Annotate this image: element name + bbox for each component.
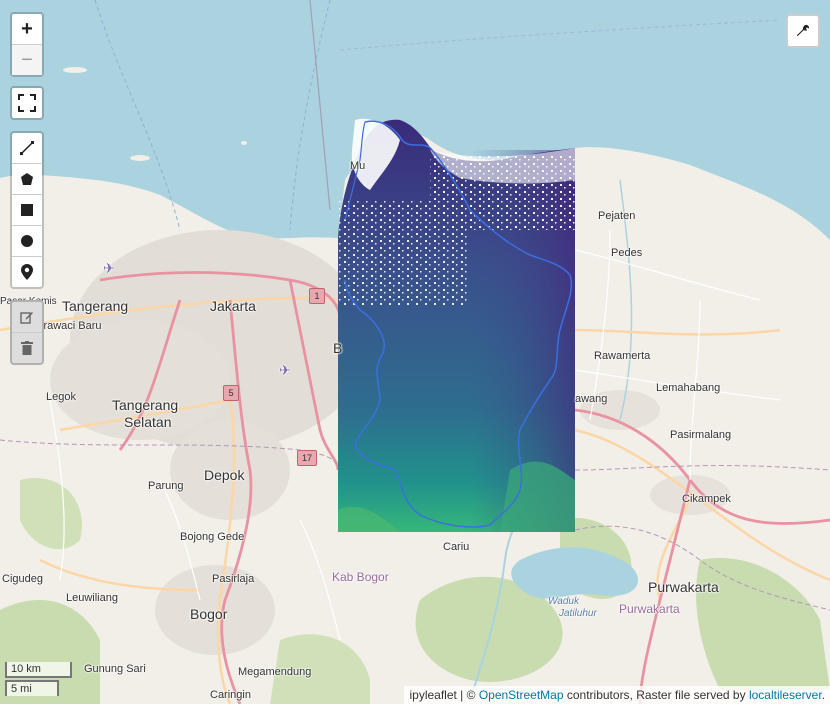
road-shield: 1 — [309, 288, 325, 304]
label-muara-partial: Mu — [350, 160, 366, 172]
label-pedes: Pedes — [611, 247, 643, 259]
fullscreen-button[interactable] — [12, 88, 42, 118]
label-lemahabang: Lemahabang — [656, 382, 721, 394]
wrench-icon — [796, 24, 810, 37]
label-kab-bogor: Kab Bogor — [332, 570, 389, 584]
localtileserver-link[interactable]: localtileserver — [749, 688, 822, 702]
rectangle-icon — [21, 204, 33, 216]
label-caringin: Caringin — [210, 689, 251, 701]
circle-icon — [21, 235, 33, 247]
airport-icon: ✈ — [103, 260, 115, 276]
label-purwakarta-region: Purwakarta — [619, 602, 680, 616]
label-pasirlaja: Pasirlaja — [212, 573, 255, 585]
label-bogor: Bogor — [190, 606, 228, 622]
road-shield: 17 — [297, 450, 317, 466]
zoom-in-button[interactable]: + — [12, 14, 42, 45]
attribution-suffix: . — [821, 688, 825, 702]
label-pasirmalang: Pasirmalang — [670, 429, 732, 441]
scale-km: 10 km — [5, 662, 72, 678]
label-bekasi-partial: B — [333, 340, 343, 356]
trash-icon — [21, 341, 33, 355]
edit-toolbar — [10, 300, 44, 365]
draw-toolbar — [10, 131, 44, 289]
label-depok: Depok — [204, 467, 245, 483]
label-tangerang-selatan-1: Tangerang — [112, 397, 179, 413]
attribution-middle: contributors, Raster file served by — [563, 688, 749, 702]
label-purwakarta: Purwakarta — [648, 579, 719, 595]
label-cikampek: Cikampek — [682, 493, 731, 505]
edit-layers-button[interactable] — [12, 302, 42, 333]
map-container[interactable]: Tangerang Jakarta Tangerang Selatan Depo… — [0, 0, 830, 704]
basemap — [0, 0, 830, 704]
fullscreen-control — [10, 86, 44, 120]
settings-button[interactable] — [786, 14, 820, 48]
delete-layers-button[interactable] — [12, 333, 42, 363]
label-gunung-sari: Gunung Sari — [84, 663, 146, 675]
label-waduk-1: Waduk — [548, 596, 579, 607]
label-parung: Parung — [148, 480, 184, 492]
polygon-icon — [21, 173, 33, 185]
label-megamendung: Megamendung — [238, 666, 312, 678]
label-pejaten: Pejaten — [598, 210, 636, 222]
scale-mi: 5 mi — [5, 680, 59, 696]
raster-overlay — [338, 118, 575, 532]
draw-polygon-button[interactable] — [12, 164, 42, 195]
fullscreen-icon — [18, 94, 36, 112]
label-waduk-2: Jatiluhur — [559, 608, 597, 619]
label-leuwiliang: Leuwiliang — [66, 592, 118, 604]
zoom-control: + − — [10, 12, 44, 77]
draw-polyline-button[interactable] — [12, 133, 42, 164]
polyline-icon — [20, 141, 34, 155]
label-bojong-gede: Bojong Gede — [180, 531, 245, 543]
edit-icon — [20, 312, 33, 324]
osm-link[interactable]: OpenStreetMap — [479, 688, 564, 702]
draw-marker-button[interactable] — [12, 257, 42, 287]
label-tangerang-selatan-2: Selatan — [124, 414, 172, 430]
label-legok: Legok — [46, 391, 76, 403]
draw-rectangle-button[interactable] — [12, 195, 42, 226]
road-shield: 5 — [223, 385, 239, 401]
draw-circle-button[interactable] — [12, 226, 42, 257]
label-rawamerta: Rawamerta — [594, 350, 651, 362]
label-cigudeg: Cigudeg — [2, 573, 43, 585]
label-rawang-partial: awang — [575, 393, 608, 405]
zoom-out-button[interactable]: − — [12, 45, 42, 75]
label-tangerang: Tangerang — [62, 298, 129, 314]
attribution: ipyleaflet | © OpenStreetMap contributor… — [404, 686, 830, 704]
label-cariu: Cariu — [443, 541, 470, 553]
label-jakarta: Jakarta — [210, 298, 256, 314]
marker-icon — [21, 264, 33, 280]
airport-icon: ✈ — [279, 362, 291, 378]
attribution-prefix: ipyleaflet | © — [409, 688, 479, 702]
